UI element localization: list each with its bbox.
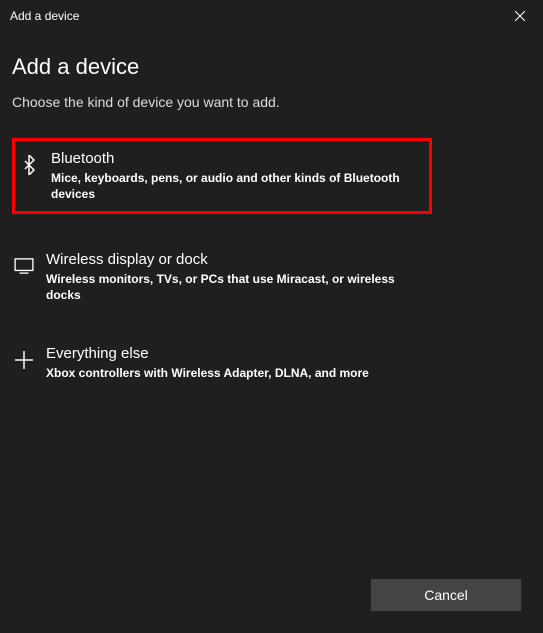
option-text: Wireless display or dock Wireless monito…: [46, 250, 430, 304]
option-desc: Mice, keyboards, pens, or audio and othe…: [51, 170, 425, 204]
option-everything-else[interactable]: Everything else Xbox controllers with Wi…: [12, 340, 432, 385]
option-desc: Xbox controllers with Wireless Adapter, …: [46, 365, 369, 382]
option-text: Everything else Xbox controllers with Wi…: [46, 344, 369, 381]
option-text: Bluetooth Mice, keyboards, pens, or audi…: [51, 149, 425, 203]
footer: Cancel: [371, 579, 521, 611]
page-subheading: Choose the kind of device you want to ad…: [12, 94, 531, 110]
option-bluetooth[interactable]: Bluetooth Mice, keyboards, pens, or audi…: [12, 138, 432, 214]
display-icon: [14, 254, 34, 278]
close-button[interactable]: [497, 0, 543, 32]
page-heading: Add a device: [12, 54, 531, 80]
plus-icon: [14, 348, 34, 372]
titlebar-title: Add a device: [10, 9, 79, 23]
option-wireless-display[interactable]: Wireless display or dock Wireless monito…: [12, 246, 432, 308]
option-title: Wireless display or dock: [46, 250, 430, 270]
option-desc: Wireless monitors, TVs, or PCs that use …: [46, 271, 430, 305]
bluetooth-icon: [19, 153, 39, 177]
options-list: Bluetooth Mice, keyboards, pens, or audi…: [12, 138, 531, 385]
titlebar: Add a device: [0, 0, 543, 32]
cancel-button[interactable]: Cancel: [371, 579, 521, 611]
close-icon: [515, 11, 525, 21]
option-title: Bluetooth: [51, 149, 425, 169]
content-area: Add a device Choose the kind of device y…: [0, 32, 543, 385]
option-title: Everything else: [46, 344, 369, 364]
